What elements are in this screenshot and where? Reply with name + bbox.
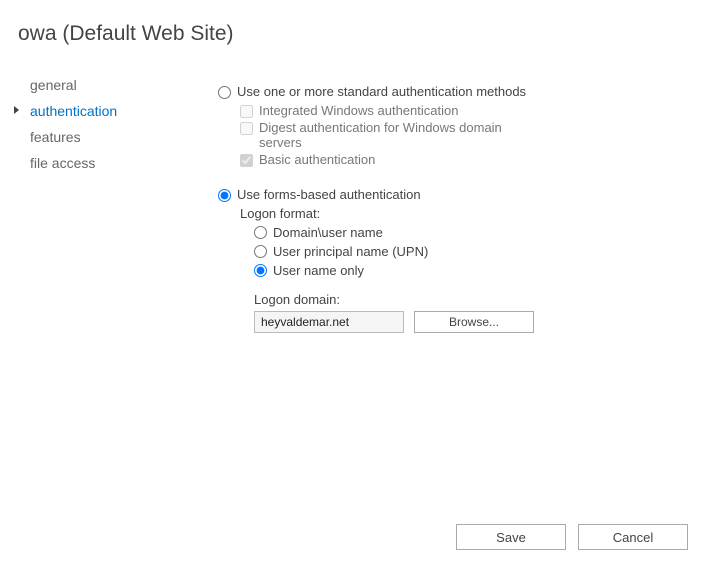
- integrated-windows-checkbox[interactable]: [240, 105, 253, 118]
- domain-username-label: Domain\user name: [273, 225, 383, 240]
- username-only-label: User name only: [273, 263, 364, 278]
- browse-button[interactable]: Browse...: [414, 311, 534, 333]
- save-button[interactable]: Save: [456, 524, 566, 550]
- forms-auth-radio[interactable]: [218, 189, 231, 202]
- standard-auth-radio[interactable]: [218, 86, 231, 99]
- cancel-button[interactable]: Cancel: [578, 524, 688, 550]
- sidebar: general authentication features file acc…: [18, 74, 218, 353]
- logon-domain-heading: Logon domain:: [254, 292, 692, 307]
- basic-auth-checkbox[interactable]: [240, 154, 253, 167]
- sidebar-item-label: general: [30, 77, 77, 93]
- forms-auth-label: Use forms-based authentication: [237, 187, 421, 202]
- logon-format-heading: Logon format:: [240, 206, 692, 221]
- upn-radio[interactable]: [254, 245, 267, 258]
- sidebar-item-general[interactable]: general: [18, 74, 208, 96]
- main-panel: Use one or more standard authentication …: [218, 74, 692, 353]
- username-only-radio[interactable]: [254, 264, 267, 277]
- sidebar-item-file-access[interactable]: file access: [18, 152, 208, 174]
- basic-auth-label: Basic authentication: [259, 152, 375, 167]
- standard-auth-label: Use one or more standard authentication …: [237, 84, 526, 99]
- integrated-windows-label: Integrated Windows authentication: [259, 103, 458, 118]
- sidebar-item-label: authentication: [30, 103, 117, 119]
- domain-username-radio[interactable]: [254, 226, 267, 239]
- sidebar-item-authentication[interactable]: authentication: [18, 100, 208, 122]
- digest-auth-checkbox[interactable]: [240, 122, 253, 135]
- digest-auth-label: Digest authentication for Windows domain…: [259, 120, 539, 150]
- footer: Save Cancel: [456, 524, 688, 550]
- sidebar-item-features[interactable]: features: [18, 126, 208, 148]
- upn-label: User principal name (UPN): [273, 244, 428, 259]
- logon-domain-input[interactable]: [254, 311, 404, 333]
- chevron-right-icon: [14, 106, 19, 114]
- sidebar-item-label: file access: [30, 155, 95, 171]
- sidebar-item-label: features: [30, 129, 81, 145]
- page-title: owa (Default Web Site): [18, 22, 692, 46]
